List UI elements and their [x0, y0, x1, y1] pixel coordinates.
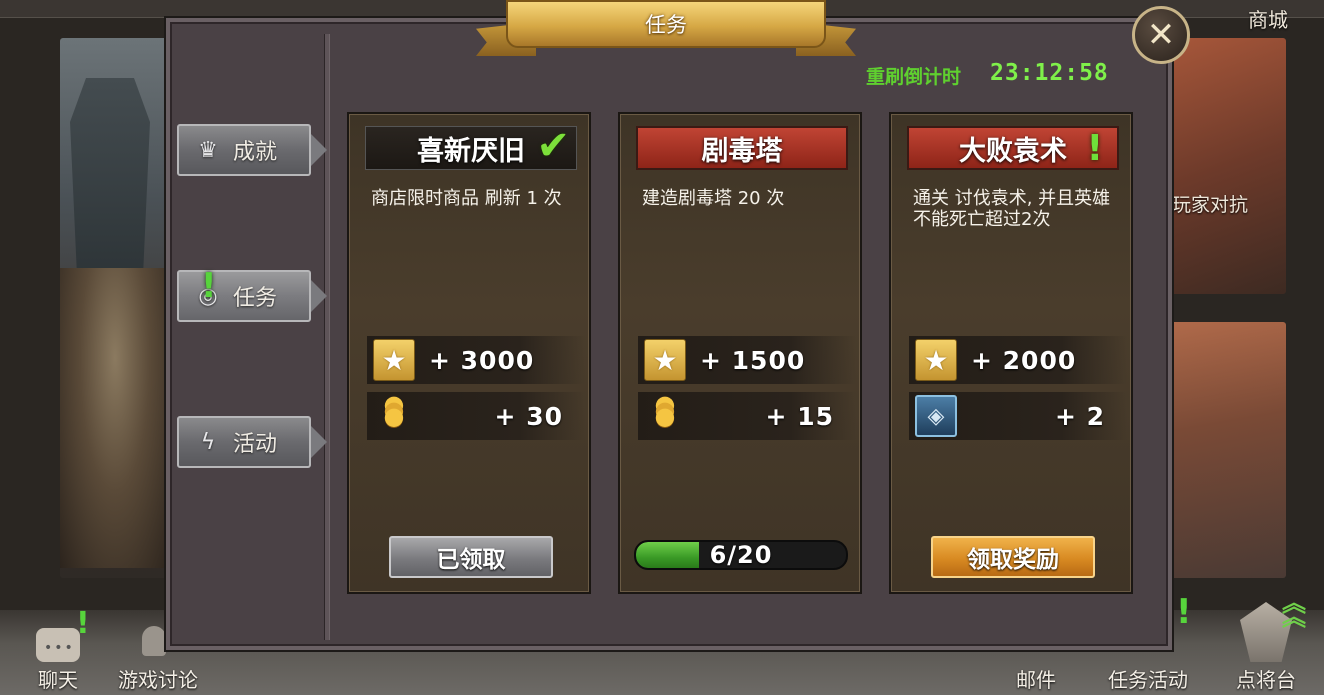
- reward-row: ★ + 2000: [909, 336, 1127, 384]
- tab-events-label: 活动: [233, 432, 278, 457]
- refresh-countdown-value: 23:12:58: [990, 60, 1109, 86]
- tab-achievements-label: 成就: [233, 140, 278, 165]
- crown-icon: ♛: [198, 137, 218, 163]
- reward-value: + 3000: [429, 345, 535, 375]
- claimed-button[interactable]: 已领取: [389, 536, 553, 578]
- tab-tasks[interactable]: ◎ ! 任务: [177, 266, 327, 322]
- task-card: 喜新厌旧 ✔ 商店限时商品 刷新 1 次 ★ + 3000 ● + 30 已领取: [347, 112, 591, 594]
- discussion-label[interactable]: 游戏讨论: [118, 664, 198, 693]
- reward-value: + 2: [1054, 401, 1105, 431]
- reward-row: ★ + 3000: [367, 336, 585, 384]
- claim-reward-button[interactable]: 领取奖励: [931, 536, 1095, 578]
- panel-title: 任务: [506, 0, 826, 48]
- checkmark-icon: ✔: [536, 123, 570, 169]
- background-pvp-card: [1170, 38, 1286, 294]
- gold-coins-icon: ●: [383, 402, 405, 430]
- star-icon: ★: [373, 339, 415, 381]
- tab-achievements[interactable]: ♛ 成就: [177, 124, 327, 176]
- gold-coins-icon: ●: [654, 402, 676, 430]
- refresh-countdown-label: 重刷倒计时: [866, 66, 962, 88]
- panel-divider: [324, 34, 330, 640]
- generals-label[interactable]: 点将台: [1236, 664, 1296, 693]
- title-ribbon: 任务: [476, 0, 856, 60]
- reward-value: + 15: [765, 401, 834, 431]
- reward-value: + 30: [494, 401, 563, 431]
- discussion-icon[interactable]: [142, 626, 166, 656]
- task-progress-bar: 6/20: [634, 540, 848, 570]
- task-card-title-bar: 喜新厌旧 ✔: [365, 123, 577, 170]
- background-hero-art: [60, 38, 170, 578]
- close-icon: ✕: [1146, 15, 1176, 55]
- reward-value: + 1500: [700, 345, 806, 375]
- upgrade-arrows-icon: ︽ ︽: [1282, 589, 1306, 631]
- tab-tasks-label: 任务: [233, 286, 278, 311]
- task-card-title: 喜新厌旧: [417, 135, 525, 167]
- task-card-title-bar: 大败袁术 !: [907, 126, 1119, 170]
- background-pvp-label: 玩家对抗: [1172, 194, 1249, 216]
- alert-icon: !: [1086, 128, 1103, 169]
- task-card-description: 建造剧毒塔 20 次: [642, 188, 785, 209]
- task-card: 大败袁术 ! 通关 讨伐袁术, 并且英雄不能死亡超过2次 ★ + 2000 ◈ …: [889, 112, 1133, 594]
- task-activity-alert-icon: !: [1176, 592, 1192, 632]
- reward-row: ● + 15: [638, 392, 856, 440]
- background-battle-card: [1170, 322, 1286, 578]
- reward-row: ◈ + 2: [909, 392, 1127, 440]
- shop-nav-label[interactable]: 商城: [1248, 4, 1288, 33]
- card-token-icon: ◈: [915, 395, 957, 437]
- task-card-description: 商店限时商品 刷新 1 次: [371, 188, 562, 209]
- chat-alert-icon: !: [76, 606, 90, 641]
- reward-row: ★ + 1500: [638, 336, 856, 384]
- task-card: 剧毒塔 建造剧毒塔 20 次 ★ + 1500 ● + 15 6/20: [618, 112, 862, 594]
- background-hero-figure: [60, 268, 170, 568]
- tab-events[interactable]: ϟ 活动: [177, 416, 327, 468]
- lightning-icon: ϟ: [200, 429, 216, 455]
- chat-icon[interactable]: •••: [36, 628, 80, 662]
- star-icon: ★: [915, 339, 957, 381]
- task-card-title: 剧毒塔: [701, 135, 783, 167]
- chat-label[interactable]: 聊天: [38, 664, 78, 693]
- task-progress-label: 6/20: [709, 541, 773, 569]
- task-card-title: 大败袁术: [959, 135, 1067, 167]
- task-card-title-bar: 剧毒塔: [636, 126, 848, 170]
- task-activity-label[interactable]: 任务活动: [1108, 664, 1188, 693]
- mail-label[interactable]: 邮件: [1016, 664, 1056, 693]
- reward-value: + 2000: [971, 345, 1077, 375]
- reward-row: ● + 30: [367, 392, 585, 440]
- task-card-description: 通关 讨伐袁术, 并且英雄不能死亡超过2次: [913, 188, 1111, 230]
- star-icon: ★: [644, 339, 686, 381]
- close-button[interactable]: ✕: [1132, 6, 1190, 64]
- background-tower: [70, 78, 150, 298]
- tab-tasks-alert-icon: !: [201, 266, 217, 306]
